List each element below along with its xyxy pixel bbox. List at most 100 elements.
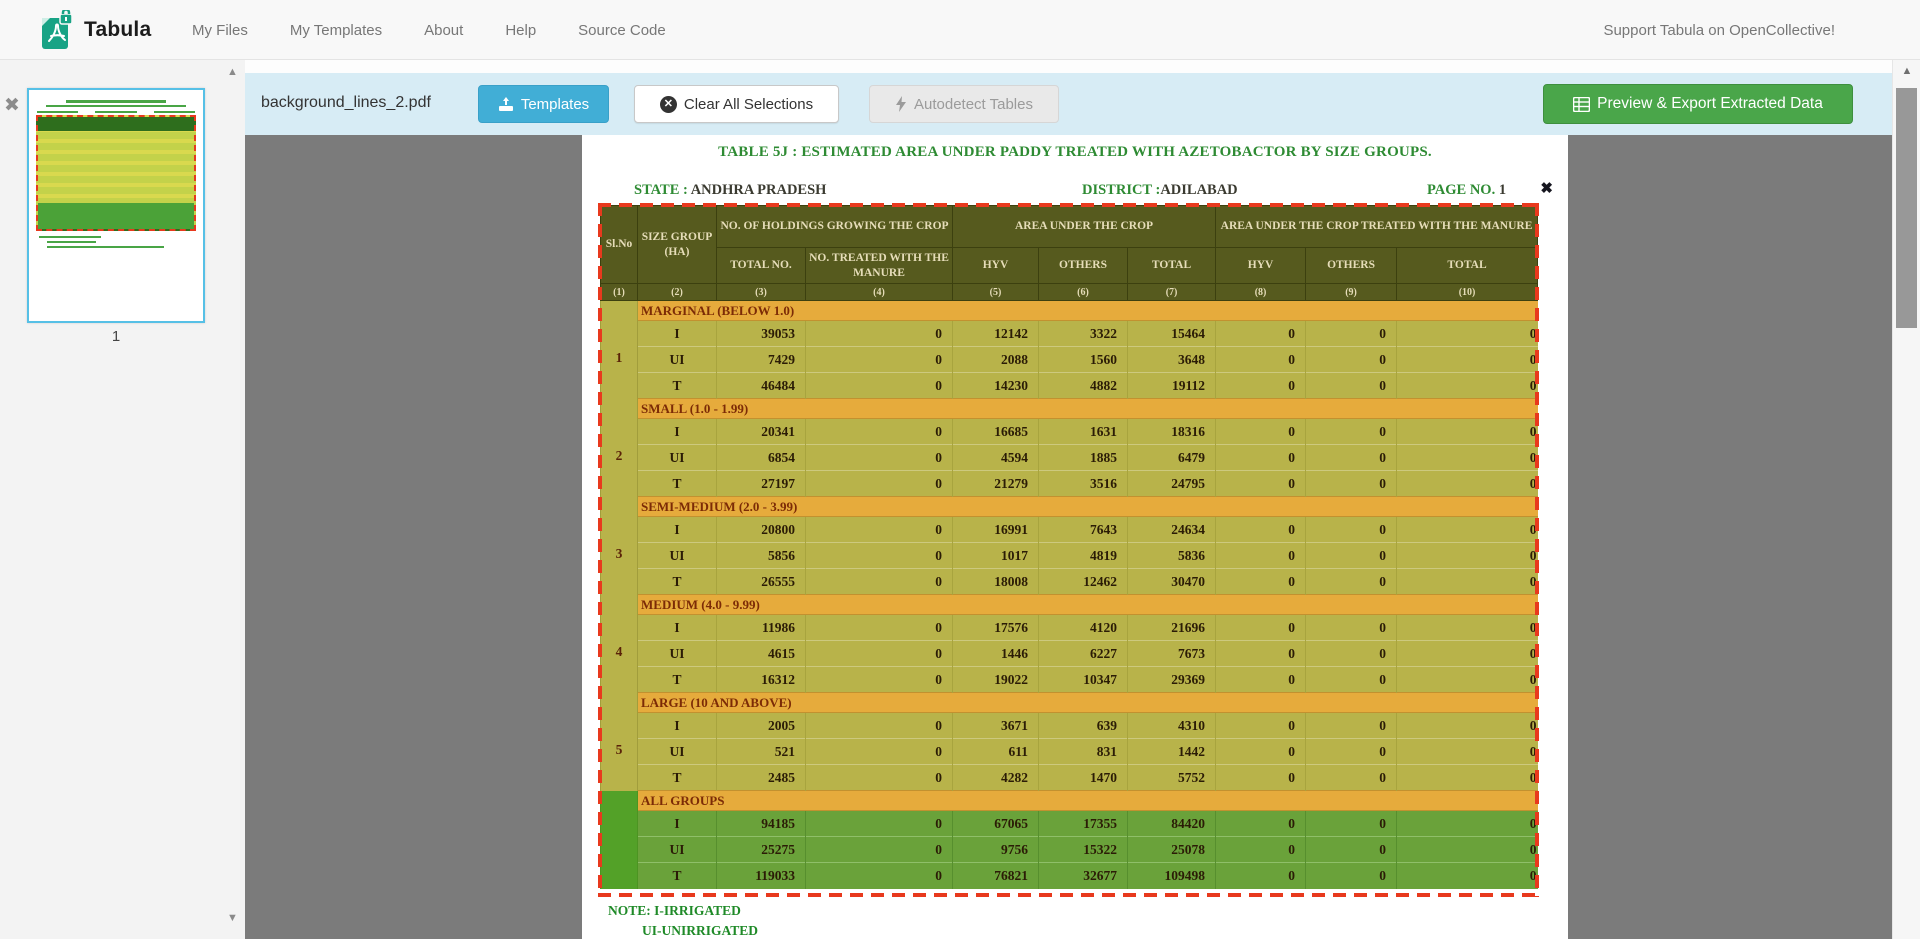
value-cell: 16312	[717, 667, 806, 693]
preview-export-button[interactable]: Preview & Export Extracted Data	[1543, 84, 1853, 124]
window-scrollbar[interactable]: ▲	[1892, 60, 1920, 939]
table-row: UI25275097561532225078000	[601, 837, 1538, 863]
scrollbar-up-icon[interactable]: ▲	[1893, 65, 1920, 77]
value-cell: 0	[1306, 347, 1397, 373]
value-cell: 0	[806, 419, 953, 445]
autodetect-tables-button[interactable]: Autodetect Tables	[869, 85, 1059, 123]
value-cell: 30470	[1128, 569, 1216, 595]
value-cell: 2485	[717, 765, 806, 791]
brand-link[interactable]: Tabula	[40, 10, 151, 50]
value-cell: 0	[806, 713, 953, 739]
value-cell: 0	[1397, 641, 1538, 667]
slno-cell: 3	[601, 497, 638, 595]
nav-link-my-templates[interactable]: My Templates	[290, 22, 382, 39]
value-cell: 611	[953, 739, 1039, 765]
value-cell: 12142	[953, 321, 1039, 347]
state-label: STATE :	[634, 182, 688, 198]
templates-icon	[498, 96, 514, 112]
header-area-treated-group: AREA UNDER THE CROP TREATED WITH THE MAN…	[1216, 206, 1538, 248]
value-cell: 0	[1397, 863, 1538, 889]
value-cell: 15464	[1128, 321, 1216, 347]
pageno-value: 1	[1499, 182, 1506, 198]
value-cell: 0	[806, 863, 953, 889]
value-cell: 39053	[717, 321, 806, 347]
value-cell: 831	[1039, 739, 1128, 765]
value-cell: 26555	[717, 569, 806, 595]
value-cell: 0	[1306, 667, 1397, 693]
table-row: I20800016991764324634000	[601, 517, 1538, 543]
value-cell: 0	[806, 543, 953, 569]
scrollbar-thumb[interactable]	[1896, 88, 1917, 328]
thumbnail-title-line	[46, 105, 185, 107]
colnum: (2)	[638, 284, 717, 301]
pdf-data-table: Sl.No SIZE GROUP (HA) NO. OF HOLDINGS GR…	[600, 205, 1538, 889]
selection-border	[598, 893, 1539, 897]
value-cell: 27197	[717, 471, 806, 497]
sidebar-scroll-up-icon[interactable]: ▲	[227, 66, 238, 78]
pdf-note-line2: UI-UNIRRIGATED	[642, 923, 758, 939]
value-cell: 0	[1216, 471, 1306, 497]
header-slno: Sl.No	[601, 206, 638, 284]
nav-link-source-code[interactable]: Source Code	[578, 22, 666, 39]
row-label-cell: UI	[638, 543, 717, 569]
page-remove-icon[interactable]: ✖	[4, 94, 20, 117]
clear-all-selections-button[interactable]: ✕ Clear All Selections	[634, 85, 839, 123]
table-row: T265550180081246230470000	[601, 569, 1538, 595]
slno-cell: 5	[601, 693, 638, 791]
value-cell: 0	[1216, 569, 1306, 595]
sidebar-scroll-down-icon[interactable]: ▼	[227, 912, 238, 924]
value-cell: 17576	[953, 615, 1039, 641]
value-cell: 0	[1216, 419, 1306, 445]
pdf-page[interactable]: TABLE 5J : ESTIMATED AREA UNDER PADDY TR…	[582, 135, 1568, 939]
row-label-cell: T	[638, 569, 717, 595]
size-group-band: SEMI-MEDIUM (2.0 - 3.99)	[638, 497, 1538, 517]
navbar: Tabula My Files My Templates About Help …	[0, 0, 1920, 60]
value-cell: 1017	[953, 543, 1039, 569]
value-cell: 3322	[1039, 321, 1128, 347]
value-cell: 109498	[1128, 863, 1216, 889]
table-selection-region[interactable]: ✖ Sl.No SIZE GROUP (HA) NO. OF HOLDINGS …	[600, 205, 1537, 895]
header-hyv: HYV	[953, 248, 1039, 284]
value-cell: 0	[1397, 713, 1538, 739]
value-cell: 19112	[1128, 373, 1216, 399]
table-row: I11986017576412021696000	[601, 615, 1538, 641]
value-cell: 0	[1306, 641, 1397, 667]
value-cell: 29369	[1128, 667, 1216, 693]
nav-links: My Files My Templates About Help Source …	[192, 0, 666, 60]
row-label-cell: I	[638, 321, 717, 347]
colnum: (9)	[1306, 284, 1397, 301]
table-row: UI58560101748195836000	[601, 543, 1538, 569]
header-no-treated: NO. TREATED WITH THE MANURE	[806, 248, 953, 284]
value-cell: 0	[806, 811, 953, 837]
district-label: DISTRICT :	[1082, 182, 1160, 198]
clear-button-label: Clear All Selections	[684, 96, 813, 113]
value-cell: 0	[806, 615, 953, 641]
page-thumbnail[interactable]	[27, 88, 205, 323]
table-row: T46484014230488219112000	[601, 373, 1538, 399]
row-label-cell: T	[638, 765, 717, 791]
value-cell: 0	[1306, 569, 1397, 595]
nav-link-my-files[interactable]: My Files	[192, 22, 248, 39]
value-cell: 0	[806, 837, 953, 863]
value-cell: 0	[1216, 641, 1306, 667]
value-cell: 1442	[1128, 739, 1216, 765]
nav-link-help[interactable]: Help	[505, 22, 536, 39]
nav-link-about[interactable]: About	[424, 22, 463, 39]
value-cell: 6227	[1039, 641, 1128, 667]
row-label-cell: I	[638, 811, 717, 837]
value-cell: 32677	[1039, 863, 1128, 889]
value-cell: 0	[1306, 739, 1397, 765]
value-cell: 0	[1306, 445, 1397, 471]
selection-remove-icon[interactable]: ✖	[1540, 179, 1553, 197]
value-cell: 4120	[1039, 615, 1128, 641]
templates-button[interactable]: Templates	[478, 85, 609, 123]
colnum: (1)	[601, 284, 638, 301]
value-cell: 24634	[1128, 517, 1216, 543]
colnum: (6)	[1039, 284, 1128, 301]
row-label-cell: UI	[638, 445, 717, 471]
value-cell: 25275	[717, 837, 806, 863]
value-cell: 0	[806, 569, 953, 595]
colnum: (5)	[953, 284, 1039, 301]
support-link[interactable]: Support Tabula on OpenCollective!	[1603, 0, 1835, 60]
value-cell: 7673	[1128, 641, 1216, 667]
